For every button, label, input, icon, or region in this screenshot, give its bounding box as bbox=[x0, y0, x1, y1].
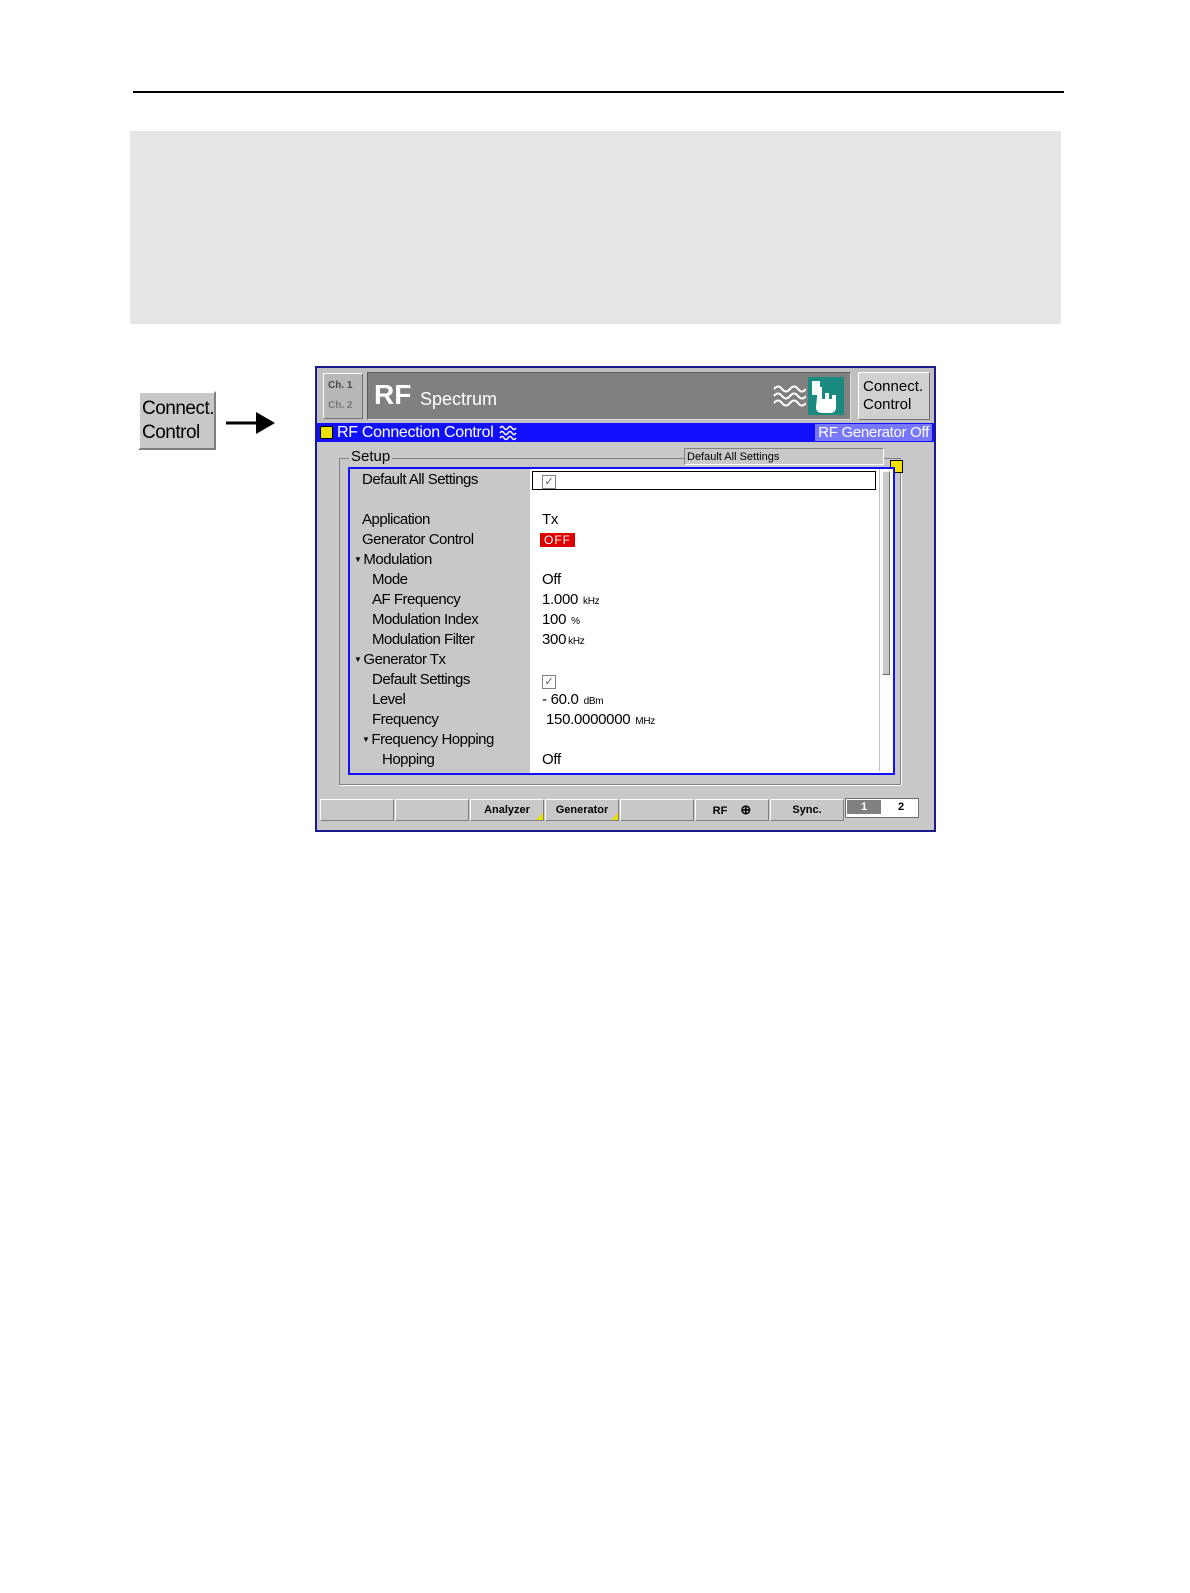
rf-wave-icon bbox=[773, 385, 806, 407]
softkey-rf[interactable]: RF ⊕ bbox=[695, 799, 769, 821]
expand-triangle-icon[interactable]: ▼ bbox=[354, 655, 362, 664]
row-value-mode[interactable]: Off bbox=[542, 571, 561, 588]
page-2[interactable]: 2 bbox=[886, 800, 916, 814]
softkey-bar: Analyzer Generator RF ⊕ Sync. bbox=[317, 795, 934, 830]
rf-wave-small-icon bbox=[499, 425, 517, 441]
title-panel: RF Spectrum bbox=[367, 372, 851, 420]
row-value-frequency[interactable]: 150.0000000 MHz bbox=[546, 711, 655, 728]
softkey-empty-1[interactable] bbox=[320, 799, 394, 821]
level-value: - 60.0 bbox=[542, 691, 579, 708]
softkey-empty-3[interactable] bbox=[620, 799, 694, 821]
row-label-modulation-filter[interactable]: Modulation Filter bbox=[372, 631, 475, 648]
row-value-application[interactable]: Tx bbox=[542, 511, 558, 528]
connect-control-key-line1: Connect. bbox=[142, 398, 215, 419]
settings-table: Default All Settings ✓ Application Tx Ge… bbox=[348, 467, 895, 775]
row-label-level[interactable]: Level bbox=[372, 691, 406, 708]
rf-softkey-label: RF bbox=[712, 805, 728, 817]
row-value-hopping[interactable]: Off bbox=[542, 751, 561, 768]
row-value-default-settings[interactable]: ✓ bbox=[542, 672, 556, 689]
frequency-unit: MHz bbox=[635, 716, 655, 727]
connect-softkey-line1: Connect. bbox=[863, 378, 924, 395]
modulation-index-value: 100 bbox=[542, 611, 567, 628]
generator-tx-label: Generator Tx bbox=[363, 651, 446, 668]
row-label-frequency-hopping[interactable]: ▼ Frequency Hopping bbox=[362, 731, 494, 748]
right-arrow-icon bbox=[226, 412, 275, 434]
default-all-checkbox[interactable]: ✓ bbox=[542, 475, 556, 489]
instrument-screen: Ch. 1 Ch. 2 RF Spectrum Connect. Control bbox=[315, 366, 936, 832]
app-subtitle: Spectrum bbox=[420, 389, 498, 409]
connect-control-key[interactable]: Connect. Control bbox=[138, 391, 216, 450]
row-value-level[interactable]: - 60.0 dBm bbox=[542, 691, 604, 708]
row-value-default-all[interactable]: ✓ bbox=[542, 472, 556, 489]
page-top-rule bbox=[133, 91, 1064, 93]
row-label-frequency[interactable]: Frequency bbox=[372, 711, 439, 728]
app-title: RF bbox=[374, 379, 412, 410]
scrollbar[interactable] bbox=[879, 469, 892, 771]
connect-control-key-line2: Control bbox=[142, 422, 200, 443]
menu-bar: RF Connection Control RF Generator Off bbox=[317, 423, 934, 442]
row-label-hopping[interactable]: Hopping bbox=[382, 751, 435, 768]
modulation-index-unit: % bbox=[571, 616, 580, 627]
default-settings-checkbox[interactable]: ✓ bbox=[542, 675, 556, 689]
softkey-analyzer[interactable]: Analyzer bbox=[470, 799, 544, 821]
row-label-default-all[interactable]: Default All Settings bbox=[362, 471, 478, 488]
setup-label: Setup bbox=[349, 448, 393, 465]
af-frequency-unit: kHz bbox=[583, 596, 600, 607]
selected-row-highlight bbox=[532, 471, 876, 490]
generator-status-badge: RF Generator Off bbox=[815, 424, 932, 441]
row-label-modulation-index[interactable]: Modulation Index bbox=[372, 611, 479, 628]
page-selector[interactable]: 1 2 bbox=[845, 798, 919, 818]
channel-selector[interactable]: Ch. 1 Ch. 2 bbox=[323, 373, 363, 419]
generator-off-badge[interactable]: OFF bbox=[540, 533, 575, 547]
row-label-af-frequency[interactable]: AF Frequency bbox=[372, 591, 461, 608]
menu-title: RF Connection Control bbox=[337, 424, 494, 441]
row-value-modulation-index[interactable]: 100% bbox=[542, 611, 580, 628]
row-value-af-frequency[interactable]: 1.000 kHz bbox=[542, 591, 600, 608]
frequency-value: 150.0000000 bbox=[546, 711, 631, 728]
row-label-modulation[interactable]: ▼ Modulation bbox=[354, 551, 432, 568]
softkey-sync[interactable]: Sync. bbox=[770, 799, 844, 821]
row-label-default-settings[interactable]: Default Settings bbox=[372, 671, 470, 688]
af-frequency-value: 1.000 bbox=[542, 591, 579, 608]
hand-pointer-icon bbox=[808, 377, 844, 415]
row-label-mode[interactable]: Mode bbox=[372, 571, 408, 588]
level-unit: dBm bbox=[583, 696, 604, 707]
expand-triangle-icon[interactable]: ▼ bbox=[354, 555, 362, 564]
row-label-generator-tx[interactable]: ▼ Generator Tx bbox=[354, 651, 446, 668]
channel-1-label: Ch. 1 bbox=[328, 380, 353, 391]
row-value-generator-control[interactable]: OFF bbox=[540, 531, 575, 548]
rf-connector-icon: ⊕ bbox=[740, 802, 752, 817]
expand-triangle-icon[interactable]: ▼ bbox=[362, 735, 370, 744]
note-box bbox=[130, 131, 1061, 324]
page-1[interactable]: 1 bbox=[847, 800, 881, 814]
frequency-hopping-label: Frequency Hopping bbox=[371, 731, 494, 748]
connect-control-softkey[interactable]: Connect. Control bbox=[858, 372, 930, 420]
connect-softkey-line2: Control bbox=[863, 396, 912, 413]
softkey-empty-2[interactable] bbox=[395, 799, 469, 821]
title-bar: Ch. 1 Ch. 2 RF Spectrum Connect. Control bbox=[317, 368, 934, 423]
row-label-application[interactable]: Application bbox=[362, 511, 430, 528]
channel-2-label: Ch. 2 bbox=[328, 400, 353, 411]
selected-item-hint: Default All Settings bbox=[684, 448, 884, 465]
scrollbar-thumb[interactable] bbox=[882, 471, 890, 675]
menu-icon[interactable] bbox=[320, 426, 333, 439]
modulation-filter-value: 300 bbox=[542, 631, 567, 648]
modulation-label: Modulation bbox=[363, 551, 432, 568]
modulation-filter-unit: kHz bbox=[568, 636, 585, 647]
row-value-modulation-filter[interactable]: 300 kHz bbox=[542, 631, 585, 648]
row-label-generator-control[interactable]: Generator Control bbox=[362, 531, 474, 548]
softkey-generator[interactable]: Generator bbox=[545, 799, 619, 821]
